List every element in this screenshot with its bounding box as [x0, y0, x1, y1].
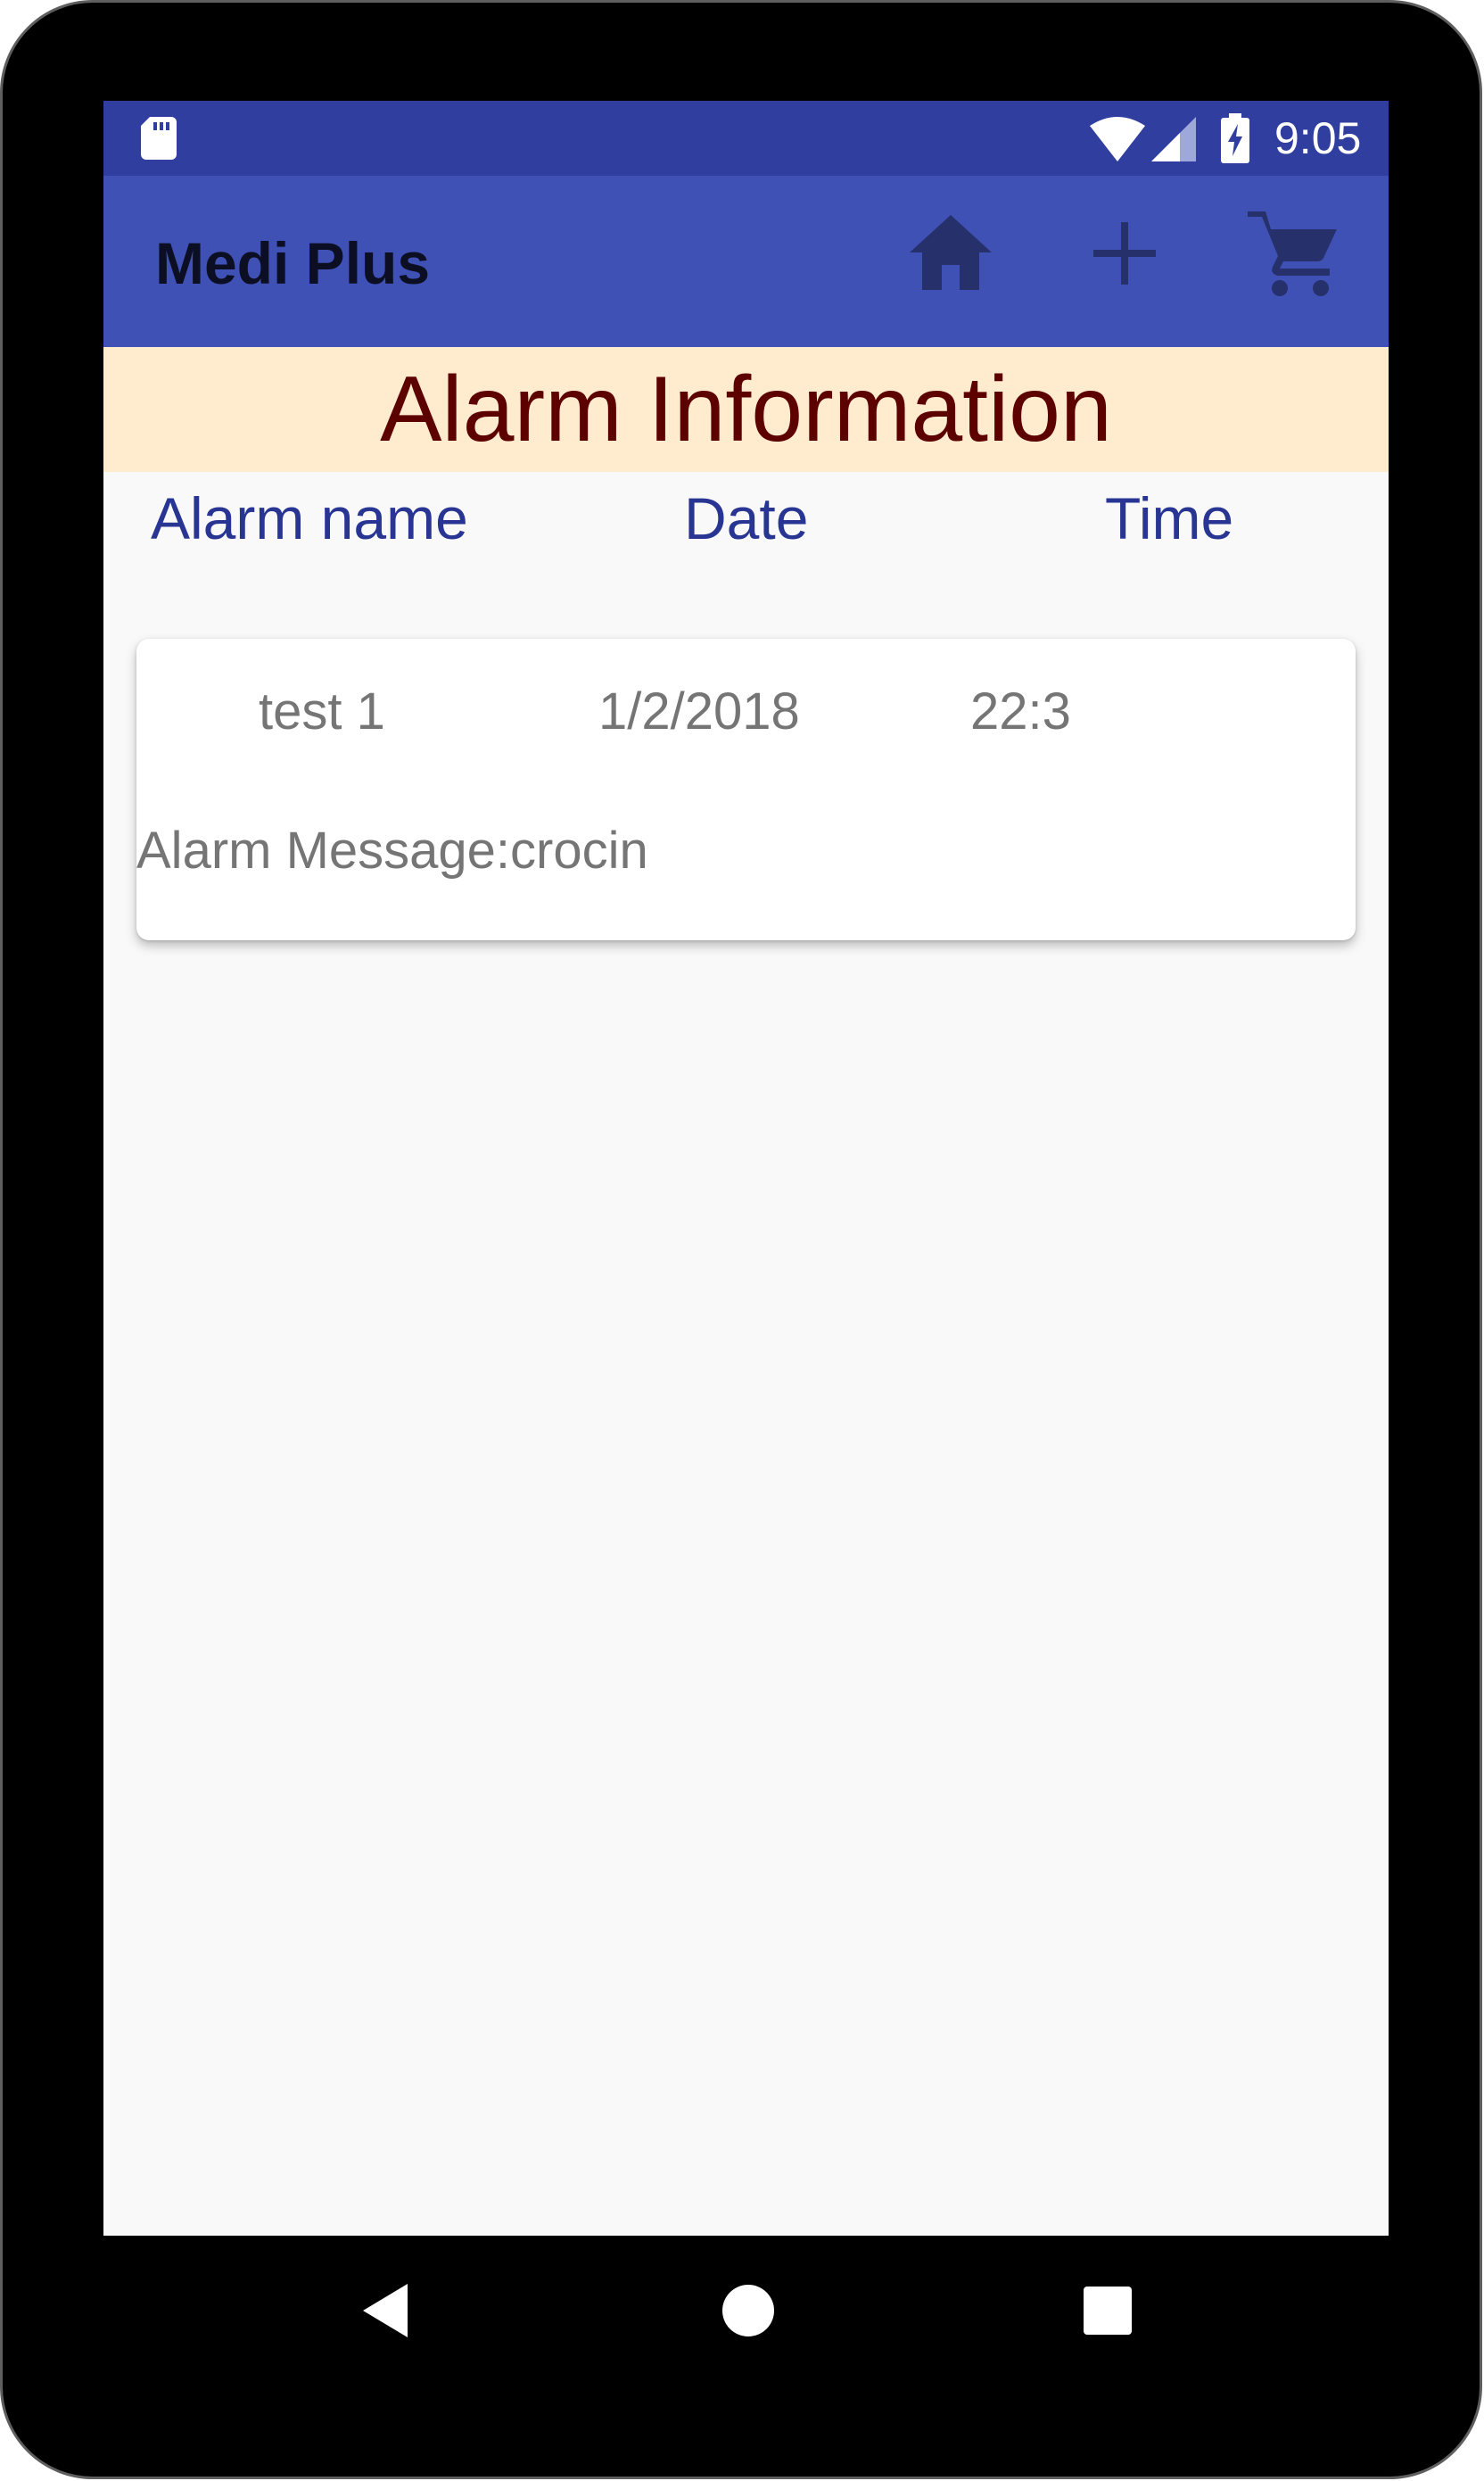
alarm-time: 22:3 [970, 682, 1071, 740]
app-title: Medi Plus [155, 230, 431, 296]
alarm-card[interactable]: test 1 1/2/2018 22:3 Alarm Message:croci… [136, 639, 1356, 940]
wifi-icon [1090, 117, 1145, 161]
column-header-time: Time [1105, 485, 1234, 551]
section-header: Alarm Information [103, 347, 1389, 472]
status-time: 9:05 [1274, 113, 1362, 163]
signal-icon [1151, 117, 1196, 161]
section-title: Alarm Information [380, 358, 1112, 461]
sd-card-icon [141, 117, 177, 160]
alarm-message: Alarm Message:crocin [136, 822, 648, 880]
column-header-date: Date [684, 485, 809, 551]
status-bar: 9:05 [103, 101, 1389, 176]
battery-charging-icon [1221, 113, 1249, 163]
alarm-name: test 1 [259, 682, 385, 740]
home-circle-icon[interactable] [721, 2284, 775, 2337]
add-icon[interactable] [1093, 222, 1156, 285]
app-toolbar: Medi Plus [103, 176, 1389, 347]
back-icon[interactable] [363, 2284, 408, 2337]
alarm-date: 1/2/2018 [598, 682, 800, 740]
home-icon[interactable] [906, 211, 995, 292]
recent-apps-icon[interactable] [1084, 2287, 1132, 2335]
cart-icon[interactable] [1248, 211, 1337, 297]
app-screen: 9:05 Medi Plus Alarm Information Alarm n… [103, 101, 1389, 2236]
tablet-frame: 9:05 Medi Plus Alarm Information Alarm n… [0, 0, 1482, 2479]
column-header-alarm-name: Alarm name [151, 485, 468, 551]
